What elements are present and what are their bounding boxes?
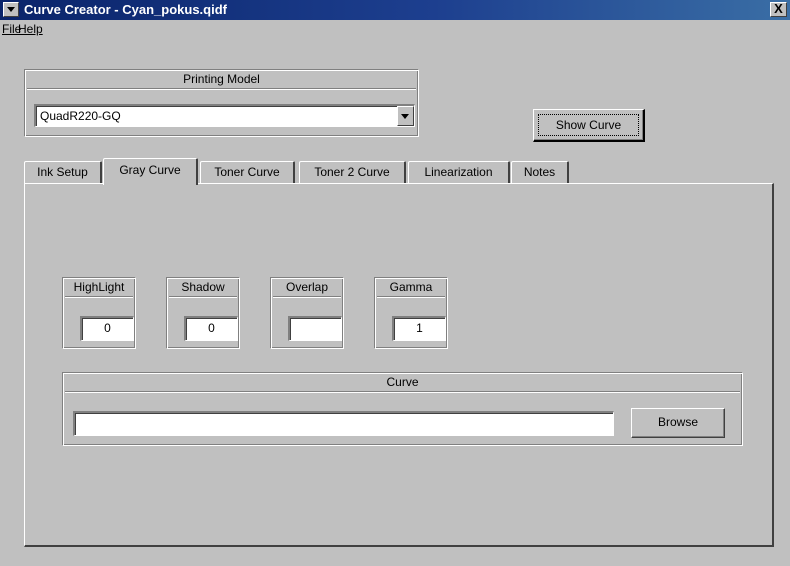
shadow-value: 0 xyxy=(208,321,215,335)
highlight-value: 0 xyxy=(104,321,111,335)
curve-group: Curve Browse xyxy=(62,372,743,446)
highlight-label: HighLight xyxy=(65,280,133,297)
close-button[interactable]: X xyxy=(770,2,787,17)
title-bar: Curve Creator - Cyan_pokus.qidf X xyxy=(0,0,790,20)
tab-notes[interactable]: Notes xyxy=(511,161,569,183)
printing-model-header: Printing Model xyxy=(27,72,416,89)
highlight-group: HighLight 0 xyxy=(62,277,136,349)
tab-gray-curve[interactable]: Gray Curve xyxy=(103,158,198,185)
gamma-group: Gamma 1 xyxy=(374,277,448,349)
overlap-field[interactable] xyxy=(288,316,342,341)
overlap-group: Overlap xyxy=(270,277,344,349)
tab-toner-curve[interactable]: Toner Curve xyxy=(200,161,295,183)
printing-model-select[interactable]: QuadR220-GQ xyxy=(34,104,415,127)
gamma-value: 1 xyxy=(416,321,423,335)
gamma-label: Gamma xyxy=(377,280,445,297)
browse-button[interactable]: Browse xyxy=(631,408,725,438)
printing-model-group: Printing Model QuadR220-GQ xyxy=(24,69,419,137)
window-title: Curve Creator - Cyan_pokus.qidf xyxy=(24,2,227,17)
shadow-label: Shadow xyxy=(169,280,237,297)
gamma-field[interactable]: 1 xyxy=(392,316,446,341)
shadow-group: Shadow 0 xyxy=(166,277,240,349)
show-curve-label: Show Curve xyxy=(538,114,639,136)
tab-toner-2-curve[interactable]: Toner 2 Curve xyxy=(299,161,406,183)
menu-help[interactable]: Help xyxy=(18,22,43,36)
tab-linearization[interactable]: Linearization xyxy=(408,161,510,183)
system-menu-icon[interactable] xyxy=(3,2,19,17)
overlap-label: Overlap xyxy=(273,280,341,297)
show-curve-button[interactable]: Show Curve xyxy=(533,109,645,142)
curve-path-input[interactable] xyxy=(73,411,614,436)
gray-curve-panel: HighLight 0 Shadow 0 Overlap Gamma 1 Cur… xyxy=(24,183,774,547)
tab-ink-setup[interactable]: Ink Setup xyxy=(24,161,102,183)
chevron-down-icon[interactable] xyxy=(397,106,414,126)
shadow-field[interactable]: 0 xyxy=(184,316,238,341)
highlight-field[interactable]: 0 xyxy=(80,316,134,341)
curve-header: Curve xyxy=(65,375,740,392)
printing-model-value: QuadR220-GQ xyxy=(40,109,121,123)
